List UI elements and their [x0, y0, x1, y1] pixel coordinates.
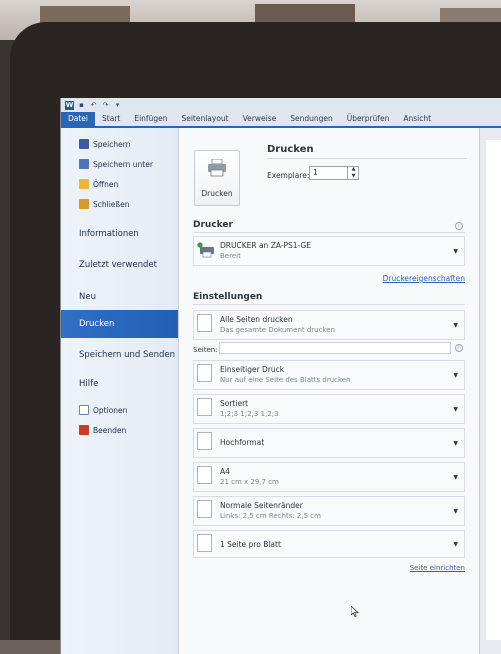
print-preview[interactable]	[479, 128, 501, 654]
save-icon	[79, 139, 89, 149]
chevron-down-icon: ▼	[453, 322, 458, 329]
orientation-dropdown[interactable]: Hochformat ▼	[193, 428, 465, 458]
close-folder-icon	[79, 199, 89, 209]
nav-options[interactable]: Optionen	[61, 400, 178, 420]
customize-toolbar-icon[interactable]: ▾	[113, 101, 122, 110]
save-as-icon	[79, 159, 89, 169]
divider	[193, 232, 465, 233]
ribbon-tabs: Datei Start Einfügen Seitenlayout Verwei…	[61, 112, 501, 126]
tab-ansicht[interactable]: Ansicht	[396, 112, 438, 126]
nav-save-as[interactable]: Speichern unter	[61, 154, 178, 174]
preview-page	[486, 140, 501, 640]
nav-tab-neu[interactable]: Neu	[61, 284, 178, 310]
margins-dropdown[interactable]: Normale Seitenränder Links: 2,5 cm Recht…	[193, 496, 465, 526]
copies-label: Exemplare:	[267, 171, 310, 180]
redo-icon[interactable]: ↷	[101, 101, 110, 110]
printer-dropdown[interactable]: DRUCKER an ZA-PS1-GE Bereit ▼	[193, 236, 465, 266]
tab-seitenlayout[interactable]: Seitenlayout	[174, 112, 235, 126]
word-logo-icon[interactable]: W	[65, 100, 74, 110]
word-window: W ▪ ↶ ↷ ▾ Datei Start Einfügen Seitenlay…	[60, 98, 501, 654]
nav-tab-speichern-und-senden[interactable]: Speichern und Senden	[61, 338, 178, 372]
printer-properties-link[interactable]: Druckereigenschaften	[383, 274, 465, 283]
chevron-down-icon: ▼	[453, 406, 458, 413]
info-icon[interactable]: i	[455, 344, 463, 352]
tab-start[interactable]: Start	[95, 112, 127, 126]
collated-icon	[197, 398, 212, 416]
settings-section-title: Einstellungen	[193, 292, 263, 302]
pages-icon	[197, 314, 212, 332]
printer-status: Bereit	[220, 252, 241, 260]
open-folder-icon	[79, 179, 89, 189]
quick-access-toolbar: W ▪ ↶ ↷ ▾	[61, 98, 501, 112]
print-button-label: Drucken	[201, 189, 233, 198]
tab-datei[interactable]: Datei	[61, 112, 96, 126]
save-icon[interactable]: ▪	[77, 101, 86, 110]
paper-size-icon	[197, 466, 212, 484]
nav-open[interactable]: Öffnen	[61, 174, 178, 194]
mouse-cursor-icon	[351, 606, 359, 617]
options-icon	[79, 405, 89, 415]
tab-sendungen[interactable]: Sendungen	[283, 112, 340, 126]
collation-dropdown[interactable]: Sortiert 1;2;3 1;2;3 1;2;3 ▼	[193, 394, 465, 424]
printer-name: DRUCKER an ZA-PS1-GE	[220, 241, 312, 250]
tab-verweise[interactable]: Verweise	[236, 112, 284, 126]
page-setup-link[interactable]: Seite einrichten	[410, 564, 465, 572]
undo-icon[interactable]: ↶	[89, 101, 98, 110]
pages-per-sheet-icon	[197, 534, 212, 552]
chevron-down-icon: ▼	[453, 474, 458, 481]
portrait-icon	[197, 432, 212, 450]
printer-icon	[208, 159, 226, 177]
divider	[193, 304, 465, 305]
chevron-down-icon: ▼	[453, 508, 458, 515]
printer-section-title: Drucker	[193, 220, 233, 230]
paper-size-dropdown[interactable]: A4 21 cm x 29,7 cm ▼	[193, 462, 465, 492]
tab-einfuegen[interactable]: Einfügen	[127, 112, 174, 126]
nav-tab-drucken[interactable]: Drucken	[61, 310, 178, 338]
divider	[267, 158, 467, 159]
duplex-dropdown[interactable]: Einseitiger Druck Nur auf eine Seite des…	[193, 360, 465, 390]
nav-tab-informationen[interactable]: Informationen	[61, 222, 178, 246]
nav-save[interactable]: Speichern	[61, 134, 178, 154]
printer-status-icon	[197, 242, 214, 258]
print-button[interactable]: Drucken	[194, 150, 240, 206]
pages-input[interactable]	[219, 342, 451, 354]
tab-ueberpruefen[interactable]: Überprüfen	[340, 112, 397, 126]
single-sided-icon	[197, 364, 212, 382]
chevron-down-icon: ▼	[453, 248, 458, 255]
nav-exit[interactable]: Beenden	[61, 420, 178, 440]
chevron-down-icon: ▼	[453, 541, 458, 548]
nav-close[interactable]: Schließen	[61, 194, 178, 214]
chevron-down-icon: ▼	[453, 440, 458, 447]
print-pane: Drucken Drucken Exemplare: 1 ▲ ▼ Drucker …	[179, 128, 479, 654]
nav-tab-hilfe[interactable]: Hilfe	[61, 372, 178, 396]
print-title: Drucken	[267, 144, 314, 155]
nav-tab-zuletzt-verwendet[interactable]: Zuletzt verwendet	[61, 246, 178, 284]
exit-icon	[79, 425, 89, 435]
copies-stepper[interactable]: ▲ ▼	[347, 166, 359, 180]
chevron-down-icon: ▼	[453, 372, 458, 379]
margins-icon	[197, 500, 212, 518]
print-range-dropdown[interactable]: Alle Seiten drucken Das gesamte Dokument…	[193, 310, 465, 340]
pages-label: Seiten:	[193, 346, 218, 354]
pages-per-sheet-dropdown[interactable]: 1 Seite pro Blatt ▼	[193, 530, 465, 558]
info-icon[interactable]: i	[455, 222, 463, 230]
backstage-nav: Speichern Speichern unter Öffnen Schließ…	[61, 128, 179, 654]
